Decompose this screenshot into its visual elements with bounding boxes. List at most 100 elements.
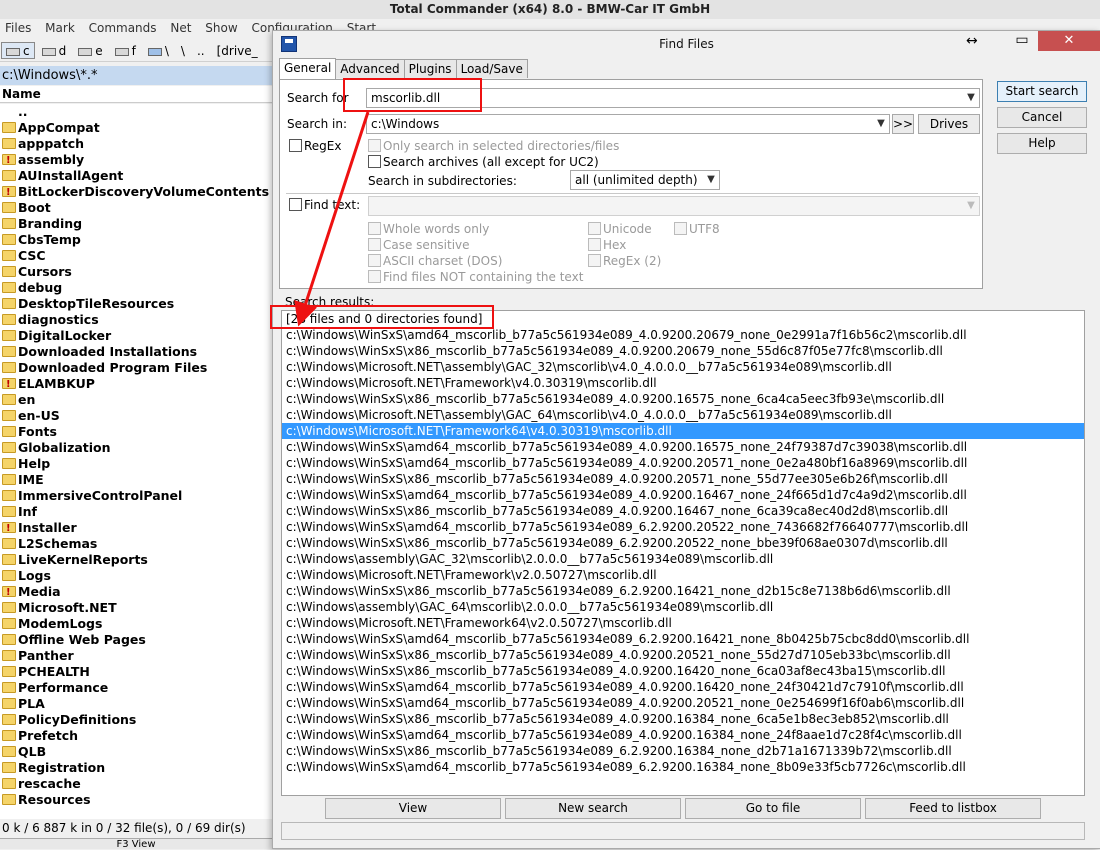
- file-row[interactable]: DesktopTileResources: [0, 296, 272, 312]
- result-row[interactable]: c:\Windows\assembly\GAC_64\mscorlib\2.0.…: [282, 599, 1084, 615]
- result-row[interactable]: c:\Windows\WinSxS\amd64_mscorlib_b77a5c5…: [282, 519, 1084, 535]
- feed-to-listbox-button[interactable]: Feed to listbox: [865, 798, 1041, 819]
- regex2-checkbox[interactable]: RegEx (2): [588, 254, 661, 268]
- result-row[interactable]: c:\Windows\Microsoft.NET\Framework64\v4.…: [282, 423, 1084, 439]
- browse-button[interactable]: >>: [892, 114, 914, 134]
- result-row[interactable]: c:\Windows\WinSxS\amd64_mscorlib_b77a5c5…: [282, 327, 1084, 343]
- utf8-checkbox[interactable]: UTF8: [674, 222, 720, 236]
- file-row[interactable]: Media: [0, 584, 272, 601]
- file-row[interactable]: ..: [0, 104, 272, 120]
- tab-plugins[interactable]: Plugins: [403, 59, 457, 78]
- file-row[interactable]: ELAMBKUP: [0, 376, 272, 393]
- file-row[interactable]: Panther: [0, 648, 272, 664]
- find-text-input[interactable]: ▼: [368, 196, 980, 216]
- search-for-input[interactable]: mscorlib.dll ▼: [366, 88, 980, 108]
- result-row[interactable]: c:\Windows\WinSxS\x86_mscorlib_b77a5c561…: [282, 343, 1084, 359]
- find-text-checkbox[interactable]: Find text:: [289, 198, 360, 212]
- result-row[interactable]: c:\Windows\Microsoft.NET\Framework\v2.0.…: [282, 567, 1084, 583]
- file-row[interactable]: PCHEALTH: [0, 664, 272, 680]
- drive-f-button[interactable]: f: [110, 42, 141, 59]
- drive-c-button[interactable]: c: [1, 42, 35, 59]
- file-row[interactable]: AUInstallAgent: [0, 168, 272, 184]
- result-row[interactable]: c:\Windows\assembly\GAC_32\mscorlib\2.0.…: [282, 551, 1084, 567]
- drives-button[interactable]: Drives: [918, 114, 980, 134]
- drive-combo[interactable]: [drive_: [212, 42, 263, 59]
- file-row[interactable]: Branding: [0, 216, 272, 232]
- result-row[interactable]: c:\Windows\Microsoft.NET\assembly\GAC_64…: [282, 407, 1084, 423]
- ascii-charset-checkbox[interactable]: ASCII charset (DOS): [368, 254, 502, 268]
- file-row[interactable]: Installer: [0, 520, 272, 537]
- not-containing-checkbox[interactable]: Find files NOT containing the text: [368, 270, 583, 284]
- file-list[interactable]: ..AppCompatapppatchassemblyAUInstallAgen…: [0, 104, 272, 819]
- column-header-name[interactable]: Name: [0, 86, 272, 103]
- new-search-button[interactable]: New search: [505, 798, 681, 819]
- result-row[interactable]: c:\Windows\WinSxS\x86_mscorlib_b77a5c561…: [282, 391, 1084, 407]
- result-row[interactable]: c:\Windows\WinSxS\amd64_mscorlib_b77a5c5…: [282, 679, 1084, 695]
- file-row[interactable]: ModemLogs: [0, 616, 272, 632]
- result-row[interactable]: c:\Windows\WinSxS\amd64_mscorlib_b77a5c5…: [282, 631, 1084, 647]
- current-path[interactable]: c:\Windows\*.*: [0, 66, 272, 85]
- result-row[interactable]: c:\Windows\WinSxS\x86_mscorlib_b77a5c561…: [282, 711, 1084, 727]
- search-results-list[interactable]: [28 files and 0 directories found] c:\Wi…: [281, 310, 1085, 796]
- file-row[interactable]: en: [0, 392, 272, 408]
- file-row[interactable]: Cursors: [0, 264, 272, 280]
- whole-words-checkbox[interactable]: Whole words only: [368, 222, 489, 236]
- result-row[interactable]: c:\Windows\Microsoft.NET\Framework64\v2.…: [282, 615, 1084, 631]
- file-row[interactable]: DigitalLocker: [0, 328, 272, 344]
- file-row[interactable]: Fonts: [0, 424, 272, 440]
- file-row[interactable]: diagnostics: [0, 312, 272, 328]
- file-row[interactable]: Prefetch: [0, 728, 272, 744]
- tab-general[interactable]: General: [279, 58, 337, 79]
- file-row[interactable]: L2Schemas: [0, 536, 272, 552]
- file-row[interactable]: Inf: [0, 504, 272, 520]
- file-row[interactable]: CbsTemp: [0, 232, 272, 248]
- result-row[interactable]: c:\Windows\WinSxS\x86_mscorlib_b77a5c561…: [282, 663, 1084, 679]
- result-row[interactable]: c:\Windows\WinSxS\amd64_mscorlib_b77a5c5…: [282, 759, 1084, 775]
- tab-advanced[interactable]: Advanced: [335, 59, 405, 78]
- tab-load-save[interactable]: Load/Save: [455, 59, 528, 78]
- close-icon[interactable]: ✕: [1038, 31, 1100, 51]
- menu-mark[interactable]: Mark: [40, 19, 80, 37]
- chevron-down-icon[interactable]: ▼: [875, 115, 887, 133]
- menu-files[interactable]: Files: [0, 19, 36, 37]
- subdirectories-select[interactable]: all (unlimited depth) ▼: [570, 170, 720, 190]
- unicode-checkbox[interactable]: Unicode: [588, 222, 652, 236]
- start-search-button[interactable]: Start search: [997, 81, 1087, 102]
- result-row[interactable]: c:\Windows\Microsoft.NET\Framework\v4.0.…: [282, 375, 1084, 391]
- result-row[interactable]: c:\Windows\Microsoft.NET\assembly\GAC_32…: [282, 359, 1084, 375]
- only-selected-checkbox[interactable]: Only search in selected directories/file…: [368, 139, 619, 153]
- minimize-icon[interactable]: ▭: [1008, 31, 1036, 51]
- file-row[interactable]: Downloaded Installations: [0, 344, 272, 360]
- file-row[interactable]: Logs: [0, 568, 272, 584]
- result-row[interactable]: c:\Windows\WinSxS\x86_mscorlib_b77a5c561…: [282, 471, 1084, 487]
- file-row[interactable]: ImmersiveControlPanel: [0, 488, 272, 504]
- file-row[interactable]: Help: [0, 456, 272, 472]
- resize-icon[interactable]: ↔: [966, 31, 978, 51]
- result-row[interactable]: c:\Windows\WinSxS\amd64_mscorlib_b77a5c5…: [282, 439, 1084, 455]
- result-row[interactable]: c:\Windows\WinSxS\x86_mscorlib_b77a5c561…: [282, 743, 1084, 759]
- parent-button[interactable]: ..: [192, 42, 210, 59]
- chevron-down-icon[interactable]: ▼: [705, 171, 717, 189]
- file-row[interactable]: debug: [0, 280, 272, 296]
- file-row[interactable]: PolicyDefinitions: [0, 712, 272, 728]
- help-button[interactable]: Help: [997, 133, 1087, 154]
- result-row[interactable]: c:\Windows\WinSxS\amd64_mscorlib_b77a5c5…: [282, 487, 1084, 503]
- file-row[interactable]: QLB: [0, 744, 272, 760]
- go-to-file-button[interactable]: Go to file: [685, 798, 861, 819]
- file-row[interactable]: Registration: [0, 760, 272, 776]
- result-row[interactable]: c:\Windows\WinSxS\x86_mscorlib_b77a5c561…: [282, 583, 1084, 599]
- drive-e-button[interactable]: e: [73, 42, 107, 59]
- file-row[interactable]: Performance: [0, 680, 272, 696]
- menu-show[interactable]: Show: [200, 19, 242, 37]
- file-row[interactable]: Resources: [0, 792, 272, 808]
- file-row[interactable]: IME: [0, 472, 272, 488]
- drive-d-button[interactable]: d: [37, 42, 72, 59]
- result-row[interactable]: c:\Windows\WinSxS\x86_mscorlib_b77a5c561…: [282, 647, 1084, 663]
- file-row[interactable]: LiveKernelReports: [0, 552, 272, 568]
- chevron-down-icon[interactable]: ▼: [965, 89, 977, 107]
- file-row[interactable]: Downloaded Program Files: [0, 360, 272, 376]
- file-row[interactable]: PLA: [0, 696, 272, 712]
- f3-view-button[interactable]: F3 View: [0, 838, 272, 850]
- view-button[interactable]: View: [325, 798, 501, 819]
- file-row[interactable]: assembly: [0, 152, 272, 169]
